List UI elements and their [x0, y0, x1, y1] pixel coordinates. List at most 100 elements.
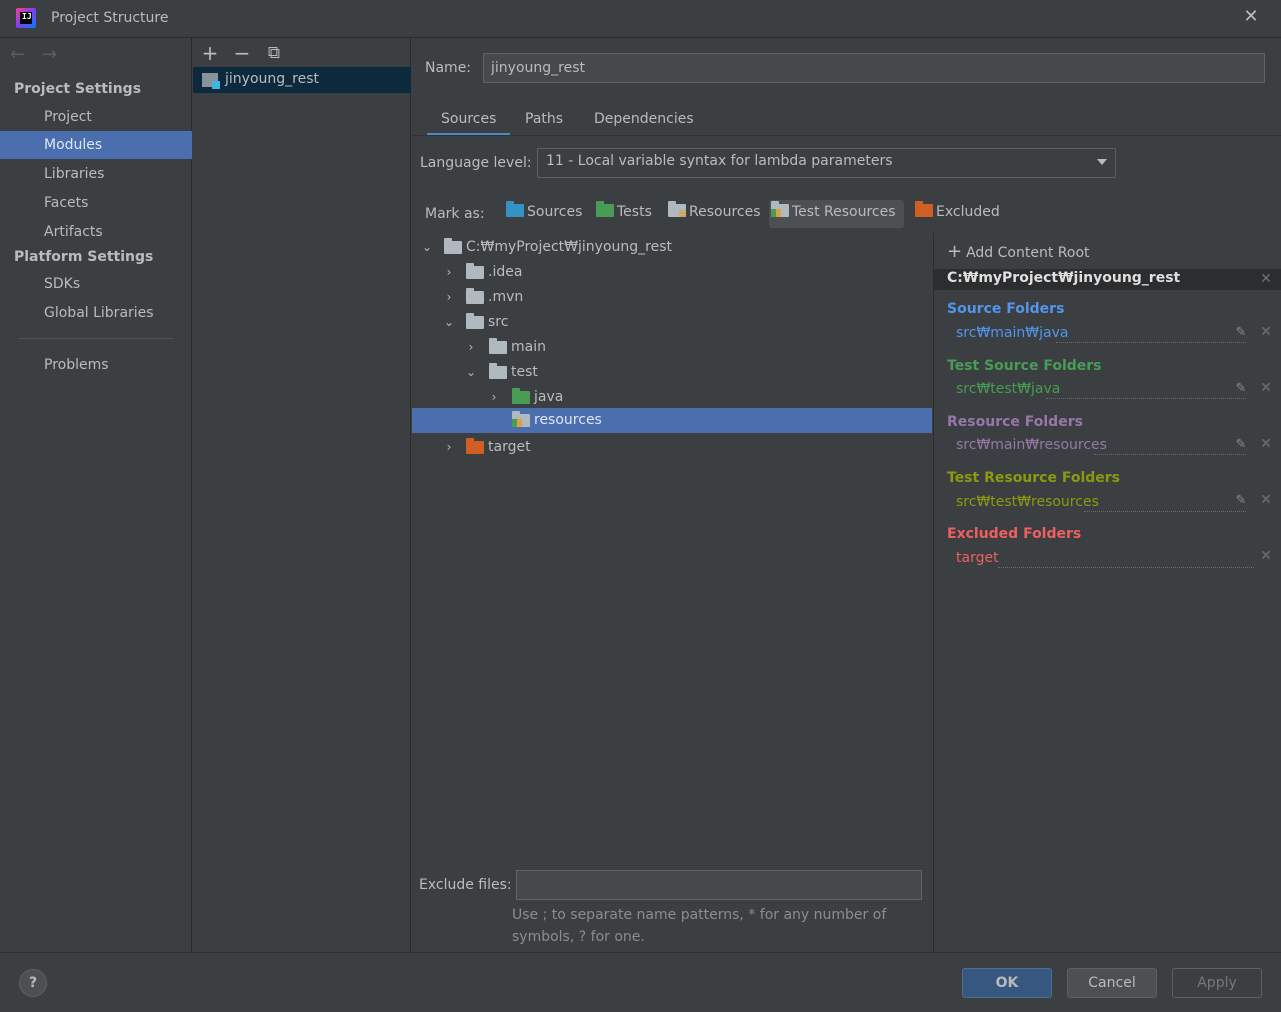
chevron-down-icon[interactable]: ⌄ [421, 235, 433, 260]
leader-dots [1094, 454, 1246, 455]
remove-folder-icon[interactable]: ✕ [1259, 437, 1273, 451]
resource-folder-item: src₩main₩resources [956, 437, 1276, 455]
close-window-button[interactable]: ✕ [1240, 6, 1262, 30]
mark-as-excluded-button[interactable]: Excluded [913, 200, 1006, 228]
edit-pencil-icon[interactable]: ✎ [1234, 381, 1248, 396]
source-folders-title: Source Folders [947, 301, 1065, 317]
mark-as-resources-button[interactable]: Resources [666, 200, 767, 228]
module-list-panel: + − ⧉ jinyoung_rest [193, 38, 411, 952]
module-list-item[interactable]: jinyoung_rest [193, 67, 411, 93]
folder-icon [489, 363, 507, 379]
source-folder-tree: ⌄ C:₩myProject₩jinyoung_rest › .idea › .… [412, 233, 932, 853]
exclude-files-label: Exclude files: [419, 877, 512, 893]
tree-row-src[interactable]: ⌄ src [412, 310, 932, 335]
project-settings-header: Project Settings [14, 81, 142, 97]
folder-icon [489, 338, 507, 354]
chevron-right-icon[interactable]: › [465, 335, 477, 360]
sidebar-item-facets[interactable]: Facets [0, 189, 192, 217]
platform-settings-header: Platform Settings [14, 249, 154, 265]
edit-pencil-icon[interactable]: ✎ [1234, 325, 1248, 340]
folder-icon [466, 288, 484, 304]
test-resource-folder-item: src₩test₩resources [956, 494, 1276, 512]
tree-row-main[interactable]: › main [412, 335, 932, 360]
chevron-right-icon[interactable]: › [443, 260, 455, 285]
folder-icon [444, 238, 462, 254]
exclude-files-input[interactable] [516, 870, 922, 900]
folder-icon [466, 263, 484, 279]
excluded-folder-icon [466, 438, 484, 454]
source-folder-item: src₩main₩java [956, 325, 1276, 343]
chevron-right-icon[interactable]: › [443, 435, 455, 460]
tree-row-test[interactable]: ⌄ test [412, 360, 932, 385]
folder-icon [466, 313, 484, 329]
excluded-folders-title: Excluded Folders [947, 526, 1082, 542]
mark-as-tests-button[interactable]: Tests [594, 200, 658, 228]
add-content-root-button[interactable]: + Add Content Root [947, 241, 1090, 262]
excluded-folder-item: target [956, 550, 1276, 568]
sidebar-item-artifacts[interactable]: Artifacts [0, 218, 192, 246]
sidebar-item-libraries[interactable]: Libraries [0, 160, 192, 188]
remove-module-button[interactable]: − [231, 42, 253, 64]
window-title: Project Structure [51, 10, 169, 26]
copy-module-button[interactable]: ⧉ [263, 42, 285, 64]
sidebar-item-sdks[interactable]: SDKs [0, 270, 192, 298]
back-arrow-icon[interactable]: ← [10, 44, 25, 65]
content-roots-panel: + Add Content Root C:₩myProject₩jinyoung_… [933, 233, 1281, 953]
tab-dependencies[interactable]: Dependencies [580, 104, 708, 136]
remove-content-root-icon[interactable]: ✕ [1259, 272, 1273, 286]
edit-pencil-icon[interactable]: ✎ [1234, 437, 1248, 452]
content-root-header: C:₩myProject₩jinyoung_rest ✕ [934, 269, 1281, 290]
tests-folder-icon [596, 201, 614, 217]
test-source-folder-item: src₩test₩java [956, 381, 1276, 399]
remove-folder-icon[interactable]: ✕ [1259, 549, 1273, 563]
exclude-hint-line-1: Use ; to separate name patterns, * for a… [512, 907, 887, 923]
sidebar-divider [18, 338, 174, 339]
resources-folder-icon [668, 201, 686, 217]
module-name-input[interactable] [483, 53, 1265, 83]
tab-paths[interactable]: Paths [511, 104, 577, 136]
apply-button[interactable]: Apply [1172, 968, 1262, 998]
settings-sidebar: ← → Project Settings Project Modules Lib… [0, 38, 192, 952]
help-button[interactable]: ? [19, 969, 47, 997]
forward-arrow-icon[interactable]: → [42, 44, 57, 65]
tree-row-resources[interactable]: resources [412, 408, 932, 433]
cancel-button[interactable]: Cancel [1067, 968, 1157, 998]
leader-dots [1084, 511, 1246, 512]
test-resources-folder-icon [771, 201, 789, 217]
leader-dots [1046, 398, 1246, 399]
chevron-right-icon[interactable]: › [443, 285, 455, 310]
tree-row-java[interactable]: › java [412, 385, 932, 410]
dialog-footer: ? OK Cancel Apply [0, 952, 1281, 1012]
chevron-down-icon[interactable]: ⌄ [443, 310, 455, 335]
remove-folder-icon[interactable]: ✕ [1259, 381, 1273, 395]
tree-row-root[interactable]: ⌄ C:₩myProject₩jinyoung_rest [412, 235, 932, 260]
tree-row-mvn[interactable]: › .mvn [412, 285, 932, 310]
edit-pencil-icon[interactable]: ✎ [1234, 493, 1248, 508]
sidebar-item-global-libraries[interactable]: Global Libraries [0, 299, 192, 327]
add-module-button[interactable]: + [199, 42, 221, 64]
module-name-label: jinyoung_rest [225, 71, 319, 87]
sidebar-item-modules[interactable]: Modules [0, 131, 192, 159]
language-level-select[interactable]: 11 - Local variable syntax for lambda pa… [537, 148, 1116, 178]
tabs-divider [412, 135, 1281, 136]
excluded-folder-icon [915, 201, 933, 217]
tree-row-idea[interactable]: › .idea [412, 260, 932, 285]
module-icon [202, 73, 220, 89]
test-resource-folders-title: Test Resource Folders [947, 470, 1121, 486]
plus-icon: + [947, 241, 963, 262]
remove-folder-icon[interactable]: ✕ [1259, 325, 1273, 339]
mark-as-test-resources-button[interactable]: Test Resources [769, 200, 904, 228]
chevron-right-icon[interactable]: › [488, 385, 500, 410]
ok-button[interactable]: OK [962, 968, 1052, 998]
leader-dots [998, 567, 1254, 568]
mark-as-sources-button[interactable]: Sources [504, 200, 588, 228]
tree-row-target[interactable]: › target [412, 435, 932, 460]
sidebar-item-project[interactable]: Project [0, 103, 192, 131]
chevron-down-icon[interactable]: ⌄ [465, 360, 477, 385]
language-level-value: 11 - Local variable syntax for lambda pa… [546, 153, 893, 169]
resource-folders-title: Resource Folders [947, 414, 1083, 430]
sidebar-item-problems[interactable]: Problems [0, 351, 192, 379]
remove-folder-icon[interactable]: ✕ [1259, 493, 1273, 507]
tab-sources[interactable]: Sources [427, 104, 511, 136]
sources-folder-icon [506, 201, 524, 217]
